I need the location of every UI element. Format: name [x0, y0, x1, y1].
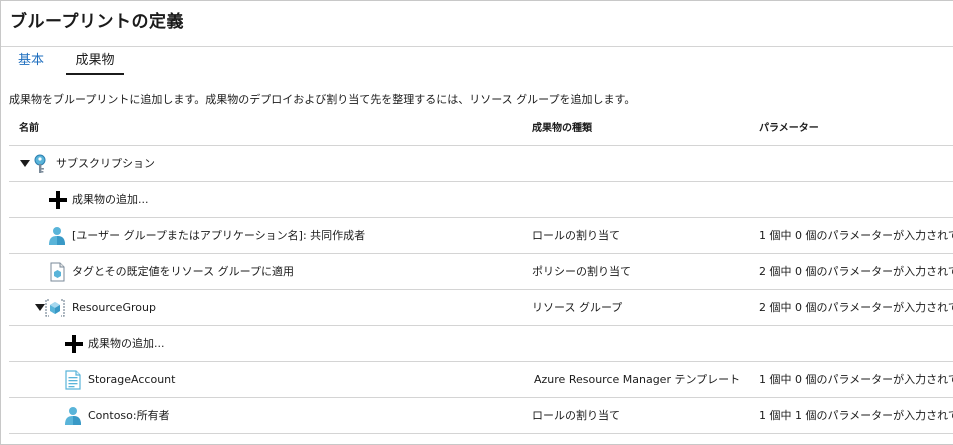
- tab-basics[interactable]: 基本: [18, 51, 44, 75]
- artifact-type: ポリシーの割り当て: [532, 265, 631, 278]
- table-row-storage-account[interactable]: StorageAccount Azure Resource Manager テン…: [9, 362, 953, 398]
- artifacts-description: 成果物をブループリントに追加します。成果物のデプロイおよび割り当て先を整理するに…: [9, 93, 636, 106]
- blueprint-definition-panel: ブループリントの定義 基本 成果物 成果物をブループリントに追加します。成果物の…: [0, 0, 953, 445]
- table-row-add-artifact[interactable]: 成果物の追加...: [9, 326, 953, 362]
- template-document-icon: [65, 370, 81, 390]
- parameter-status: 2 個中 0 個のパラメーターが入力されています: [759, 301, 953, 314]
- plus-icon[interactable]: [49, 191, 67, 209]
- table-row-add-artifact[interactable]: 成果物の追加...: [9, 182, 953, 218]
- user-icon: [65, 407, 81, 425]
- column-header-parameters[interactable]: パラメーター: [759, 119, 819, 134]
- artifact-type: Azure Resource Manager テンプレート: [534, 373, 741, 386]
- plus-icon[interactable]: [65, 335, 83, 353]
- column-header-name[interactable]: 名前: [19, 119, 39, 134]
- table-row-policy-assignment[interactable]: タグとその既定値をリソース グループに適用 ポリシーの割り当て 2 個中 0 個…: [9, 254, 953, 290]
- add-artifact-link[interactable]: 成果物の追加...: [88, 326, 165, 362]
- artifact-type: ロールの割り当て: [532, 409, 620, 422]
- add-artifact-link[interactable]: 成果物の追加...: [72, 182, 149, 218]
- expand-caret-icon[interactable]: [20, 160, 30, 167]
- table-row-contoso-owner[interactable]: Contoso:所有者 ロールの割り当て 1 個中 1 個のパラメーターが入力さ…: [9, 398, 953, 434]
- expand-caret-icon[interactable]: [35, 304, 45, 311]
- parameter-status: 1 個中 0 個のパラメーターが入力されています: [759, 229, 953, 242]
- user-icon: [49, 227, 65, 245]
- title-divider: [1, 46, 953, 47]
- policy-document-icon: [50, 262, 65, 282]
- artifact-type: リソース グループ: [532, 301, 623, 314]
- resource-group-icon: [45, 299, 65, 317]
- key-icon: [34, 154, 46, 173]
- artifact-name: サブスクリプション: [56, 157, 155, 170]
- tab-artifacts[interactable]: 成果物: [66, 51, 124, 75]
- parameter-status: 1 個中 1 個のパラメーターが入力されています: [759, 409, 953, 422]
- column-header-artifact-type[interactable]: 成果物の種類: [532, 119, 592, 134]
- table-row-subscription[interactable]: サブスクリプション: [9, 146, 953, 182]
- page-title: ブループリントの定義: [10, 12, 184, 32]
- artifact-name: ResourceGroup: [72, 301, 156, 314]
- artifact-type: ロールの割り当て: [532, 229, 620, 242]
- artifact-name: Contoso:所有者: [88, 409, 170, 422]
- parameter-status: 1 個中 0 個のパラメーターが入力されています: [759, 373, 953, 386]
- parameter-status: 2 個中 0 個のパラメーターが入力されています: [759, 265, 953, 278]
- table-row-resource-group[interactable]: ResourceGroup リソース グループ 2 個中 0 個のパラメーターが…: [9, 290, 953, 326]
- artifact-name: タグとその既定値をリソース グループに適用: [72, 265, 294, 278]
- artifact-name: StorageAccount: [88, 373, 176, 386]
- artifact-name: [ユーザー グループまたはアプリケーション名]: 共同作成者: [72, 229, 366, 242]
- table-row-role-assignment[interactable]: [ユーザー グループまたはアプリケーション名]: 共同作成者 ロールの割り当て …: [9, 218, 953, 254]
